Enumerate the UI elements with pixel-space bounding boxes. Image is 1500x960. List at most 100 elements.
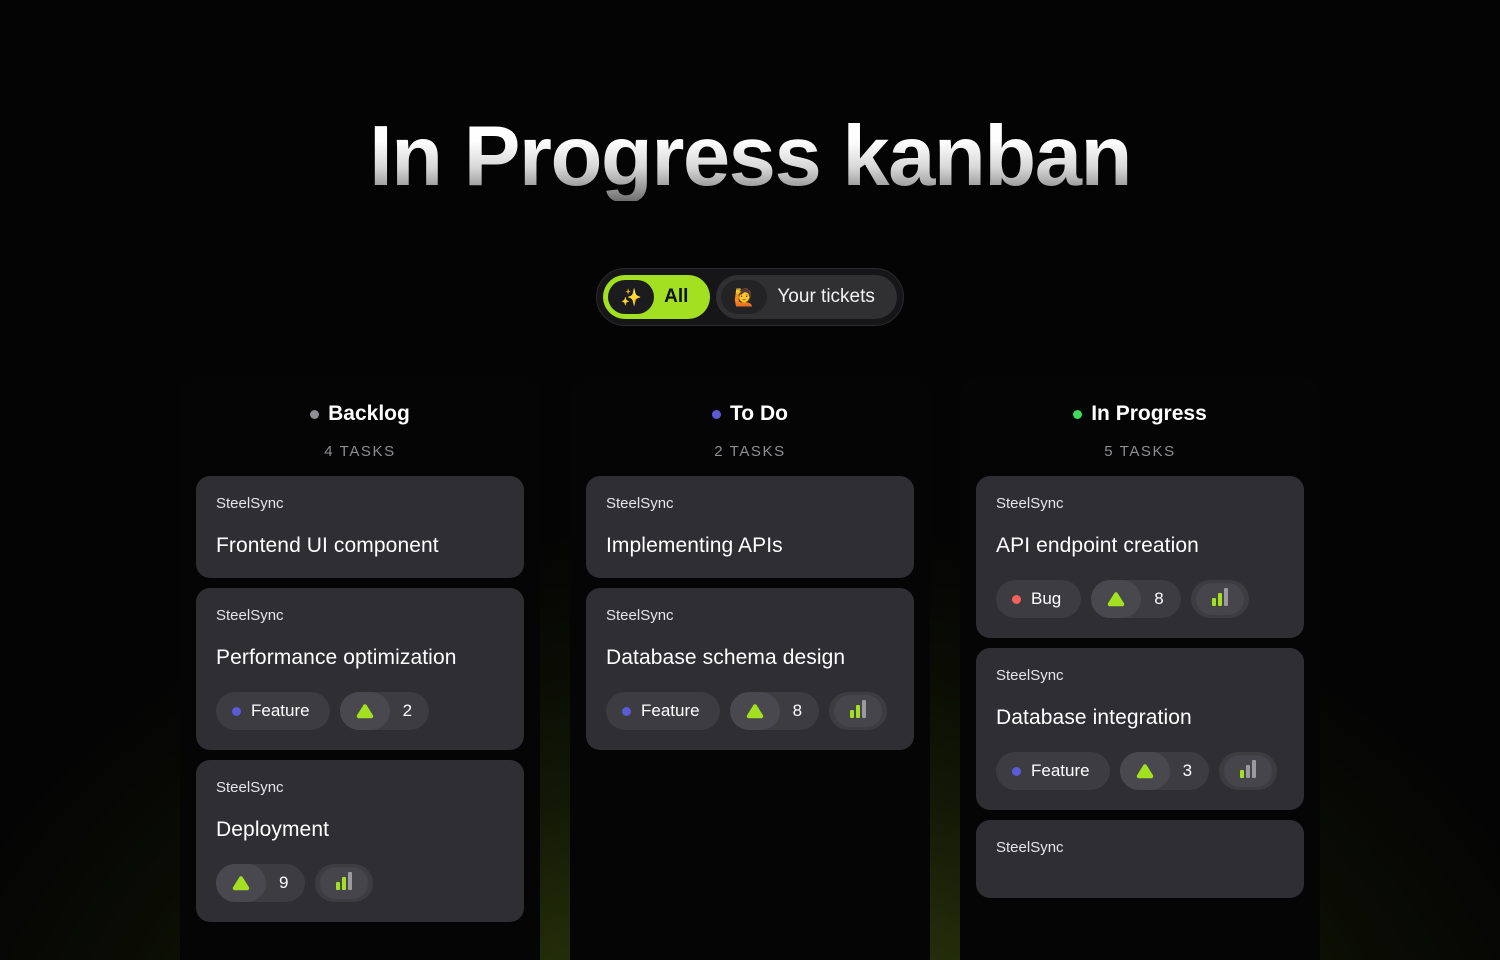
task-card[interactable]: SteelSync Database schema design Feature 8 [586,588,914,750]
card-project-name: SteelSync [606,495,674,512]
task-card[interactable]: SteelSync Frontend UI component [196,476,524,578]
card-project-name: SteelSync [996,839,1064,856]
kanban-column: To Do 2 TASKS SteelSync Implementing APIs St… [570,376,930,960]
filter-option-label: All [664,286,689,307]
badge-label: Bug [1031,589,1062,608]
kanban-board: Backlog 4 TASKS SteelSync Frontend UI compo… [180,376,1320,960]
bar-chart-icon [320,867,369,899]
bar-segment [1246,765,1251,778]
badge-priority[interactable]: 8 [1091,580,1181,618]
column-header: To Do 2 TASKS [586,402,914,460]
badge-effort[interactable] [1190,580,1249,618]
column-title: To Do [730,402,788,425]
triangle-up-icon [216,864,266,902]
status-dot-icon [310,409,320,419]
card-title: Database schema design [606,646,846,669]
bar-segment [1211,598,1216,606]
sparkles-icon: ✨ [608,280,655,314]
triangle-up-icon [1091,580,1142,618]
badge-value: 8 [792,701,803,720]
kanban-page: In Progress kanban ✨ All 🙋 Your tickets Bac… [0,0,1500,960]
filter-option-your-tickets[interactable]: 🙋 Your tickets [716,275,897,319]
badge-task-type[interactable]: Feature [996,752,1110,790]
card-project-name: SteelSync [996,667,1064,684]
badge-label: Feature [1031,761,1090,780]
bar-segment [856,705,861,718]
triangle-up-icon [339,692,390,730]
badge-task-type[interactable]: Bug [996,580,1082,618]
type-dot-icon [232,706,241,716]
triangle-up-icon [1119,752,1170,790]
status-dot-icon [712,409,722,419]
column-card-list: SteelSync Implementing APIs SteelSync Datab… [586,476,914,750]
card-badges: Feature 3 [996,752,1284,790]
bar-chart-icon [1195,583,1244,615]
card-project-name: SteelSync [216,495,284,512]
page-title: In Progress kanban [369,109,1132,204]
card-badges: 9 [216,864,504,902]
column-task-count: 4 TASKS [324,443,396,460]
bar-segment [862,700,867,718]
bar-segment [850,710,855,718]
badge-label: Feature [641,701,700,720]
status-dot-icon [1073,409,1083,419]
task-card[interactable]: SteelSync API endpoint creation Bug 8 [976,476,1304,638]
filter-option-label: Your tickets [777,286,875,307]
card-project-name: SteelSync [216,779,284,796]
badge-effort[interactable] [1219,752,1278,790]
task-card[interactable]: SteelSync Performance optimization Feature… [196,588,524,750]
column-card-list: SteelSync Frontend UI component SteelSync P… [196,476,524,922]
card-title: Deployment [216,818,330,841]
badge-effort[interactable] [315,864,374,902]
kanban-column: In Progress 5 TASKS SteelSync API endpoint … [960,376,1320,960]
badge-priority[interactable]: 9 [216,864,306,902]
task-card[interactable]: SteelSync Deployment 9 [196,760,524,922]
type-dot-icon [1012,766,1021,776]
badge-value: 2 [402,701,413,720]
type-dot-icon [1012,594,1021,604]
bar-segment [336,882,341,890]
bar-segment [1240,770,1245,778]
card-badges: Bug 8 [996,580,1284,618]
task-card[interactable]: SteelSync Implementing APIs [586,476,914,578]
bar-segment [1223,588,1228,606]
bar-segment [348,872,353,890]
bar-chart-icon [1224,755,1273,787]
card-title: Frontend UI component [216,534,439,557]
bar-segment [342,877,347,890]
badge-value: 9 [279,873,289,892]
badge-task-type[interactable]: Feature [606,692,720,730]
bar-segment [1217,593,1222,606]
badge-task-type[interactable]: Feature [216,692,330,730]
bar-chart-icon [834,695,883,727]
column-header: Backlog 4 TASKS [196,402,524,460]
column-task-count: 2 TASKS [714,443,786,460]
column-title-row: In Progress [976,402,1304,426]
task-card[interactable]: SteelSync Database integration Feature 3 [976,648,1304,810]
card-badges: Feature 8 [606,692,894,730]
filter-toggle-container: ✨ All 🙋 Your tickets [0,268,1500,326]
filter-toggle-group[interactable]: ✨ All 🙋 Your tickets [596,268,904,326]
column-header: In Progress 5 TASKS [976,402,1304,460]
badge-priority[interactable]: 8 [729,692,820,730]
badge-priority[interactable]: 3 [1119,752,1210,790]
card-title: API endpoint creation [996,534,1199,557]
badge-value: 8 [1154,589,1164,608]
column-title-row: Backlog [196,402,524,426]
triangle-up-icon [729,692,780,730]
card-project-name: SteelSync [996,495,1064,512]
column-task-count: 5 TASKS [1104,443,1176,460]
type-dot-icon [622,706,631,716]
badge-effort[interactable] [829,692,888,730]
badge-priority[interactable]: 2 [339,692,430,730]
card-badges: Feature 2 [216,692,504,730]
badge-value: 3 [1182,761,1193,780]
card-title: Database integration [996,706,1192,729]
task-card[interactable]: SteelSync [976,820,1304,898]
filter-option-all[interactable]: ✨ All [603,275,711,319]
card-title: Performance optimization [216,646,457,669]
column-title: In Progress [1091,402,1207,425]
card-project-name: SteelSync [606,607,674,624]
person-raising-hand-icon: 🙋 [721,280,768,314]
bar-segment [1252,760,1257,778]
